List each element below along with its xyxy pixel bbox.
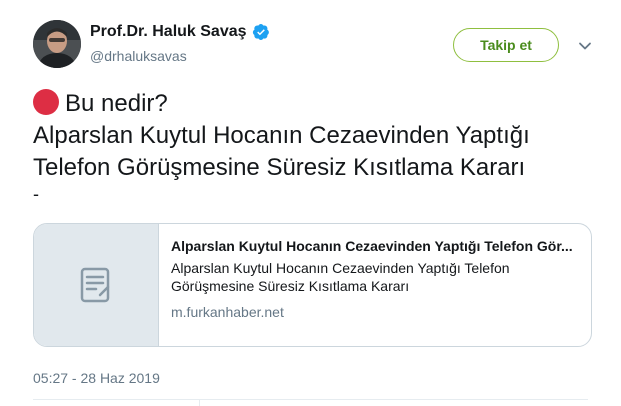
link-card-body: Alparslan Kuytul Hocanın Cezaevinden Yap…	[159, 224, 591, 346]
link-card-thumbnail	[34, 224, 159, 346]
tweet-line-3: Telefon Görüşmesine Süresiz Kısıtlama Ka…	[33, 154, 526, 181]
link-card-title: Alparslan Kuytul Hocanın Cezaevinden Yap…	[171, 238, 573, 254]
document-icon	[80, 267, 110, 303]
author-name[interactable]: Prof.Dr. Haluk Savaş	[90, 23, 247, 41]
follow-button[interactable]: Takip et	[453, 28, 559, 62]
divider	[33, 399, 588, 400]
tweet-line-1: Bu nedir?	[33, 88, 603, 120]
link-card-description: Alparslan Kuytul Hocanın Cezaevinden Yap…	[171, 260, 510, 294]
link-card[interactable]: Alparslan Kuytul Hocanın Cezaevinden Yap…	[33, 223, 592, 347]
tweet-line-4: -	[33, 184, 39, 204]
red-circle-emoji-icon	[33, 89, 59, 115]
link-card-domain: m.furkanhaber.net	[171, 304, 284, 320]
author-handle[interactable]: @drhaluksavas	[90, 48, 187, 64]
avatar[interactable]	[33, 20, 81, 68]
avatar-photo	[33, 20, 81, 68]
verified-badge-icon	[252, 24, 269, 41]
tweet-line-1-text: Bu nedir?	[65, 90, 168, 117]
author-name-row[interactable]: Prof.Dr. Haluk Savaş	[90, 23, 270, 41]
tweet-text: Bu nedir? Alparslan Kuytul Hocanın Cezae…	[33, 88, 603, 204]
tweet-timestamp[interactable]: 05:27 - 28 Haz 2019	[33, 370, 160, 386]
tweet-line-2: Alparslan Kuytul Hocanın Cezaevinden Yap…	[33, 122, 530, 149]
divider-tick	[199, 399, 200, 406]
chevron-down-icon[interactable]	[577, 38, 593, 54]
